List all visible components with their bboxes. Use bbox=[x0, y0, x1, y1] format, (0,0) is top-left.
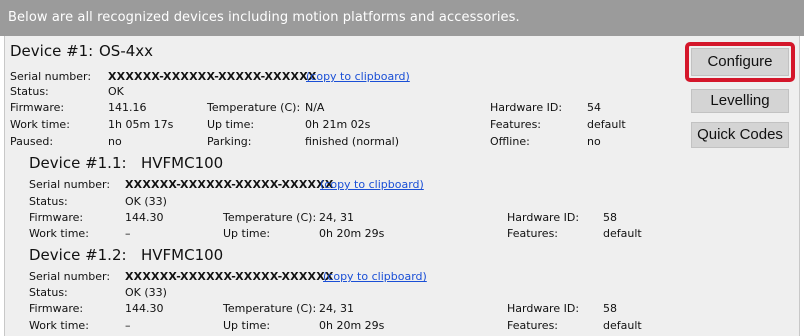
device-1-temp-value: N/A bbox=[305, 101, 325, 114]
quick-codes-button[interactable]: Quick Codes bbox=[691, 122, 789, 148]
device-1-2-worktime-label: Work time: bbox=[29, 319, 89, 332]
levelling-button[interactable]: Levelling bbox=[691, 89, 789, 113]
device-1-1-firmware-label: Firmware: bbox=[29, 211, 84, 224]
device-1-1-hwid-label: Hardware ID: bbox=[507, 211, 580, 224]
device-1-uptime-label: Up time: bbox=[207, 118, 255, 131]
device-1-copy-link[interactable]: (copy to clipboard) bbox=[306, 70, 410, 83]
device-1-1-serial-label: Serial number: bbox=[29, 178, 111, 191]
device-1-2-temp-label: Temperature (C): bbox=[223, 302, 317, 315]
device-1-paused-label: Paused: bbox=[10, 135, 54, 148]
info-banner: Below are all recognized devices includi… bbox=[0, 0, 804, 36]
device-1-status-value: OK bbox=[108, 85, 124, 98]
device-1-status-label: Status: bbox=[10, 85, 49, 98]
device-1-2-temp-value: 24, 31 bbox=[319, 302, 354, 315]
device-1-2-features-label: Features: bbox=[507, 319, 559, 332]
device-1-1-features-label: Features: bbox=[507, 227, 559, 240]
device-1-2-uptime-value: 0h 20m 29s bbox=[319, 319, 385, 332]
device-1-serial-value: XXXXXX-XXXXXX-XXXXX-XXXXXX bbox=[108, 70, 317, 83]
device-1-2-firmware-label: Firmware: bbox=[29, 302, 84, 315]
device-1-1-serial-value: XXXXXX-XXXXXX-XXXXX-XXXXXX bbox=[125, 178, 334, 191]
device-1-hwid-label: Hardware ID: bbox=[490, 101, 563, 114]
device-1-1-uptime-value: 0h 20m 29s bbox=[319, 227, 385, 240]
device-1-1-firmware-value: 144.30 bbox=[125, 211, 164, 224]
device-1-2-status-value: OK (33) bbox=[125, 286, 167, 299]
device-1-1-title: Device #1.1: bbox=[29, 154, 127, 172]
configure-button[interactable]: Configure bbox=[691, 48, 789, 76]
device-1-2-hwid-value: 58 bbox=[603, 302, 617, 315]
device-1-features-value: default bbox=[587, 118, 626, 131]
device-1-1-worktime-label: Work time: bbox=[29, 227, 89, 240]
device-1-1-copy-link[interactable]: (copy to clipboard) bbox=[320, 178, 424, 191]
device-1-features-label: Features: bbox=[490, 118, 542, 131]
device-1-2-firmware-value: 144.30 bbox=[125, 302, 164, 315]
device-1-1-hwid-value: 58 bbox=[603, 211, 617, 224]
device-1-2-model: HVFMC100 bbox=[141, 246, 224, 264]
device-1-1-status-value: OK (33) bbox=[125, 195, 167, 208]
info-banner-text: Below are all recognized devices includi… bbox=[8, 10, 520, 25]
device-1-1-temp-value: 24, 31 bbox=[319, 211, 354, 224]
device-1-hwid-value: 54 bbox=[587, 101, 601, 114]
device-1-2-worktime-value: – bbox=[125, 319, 131, 332]
device-1-temp-label: Temperature (C): bbox=[207, 101, 301, 114]
device-1-2-hwid-label: Hardware ID: bbox=[507, 302, 580, 315]
device-1-2-title: Device #1.2: bbox=[29, 246, 127, 264]
device-1-2-features-value: default bbox=[603, 319, 642, 332]
device-1-1-temp-label: Temperature (C): bbox=[223, 211, 317, 224]
device-1-2-uptime-label: Up time: bbox=[223, 319, 271, 332]
device-list-panel: Device #1: OS-4xx Serial number: XXXXXX-… bbox=[4, 36, 800, 336]
device-1-model: OS-4xx bbox=[99, 42, 154, 60]
device-1-2-copy-link[interactable]: (copy to clipboard) bbox=[323, 270, 427, 283]
device-1-1-status-label: Status: bbox=[29, 195, 68, 208]
device-1-worktime-label: Work time: bbox=[10, 118, 70, 131]
device-1-firmware-value: 141.16 bbox=[108, 101, 147, 114]
device-1-2-serial-label: Serial number: bbox=[29, 270, 111, 283]
device-1-2-serial-value: XXXXXX-XXXXXX-XXXXX-XXXXXX bbox=[125, 270, 334, 283]
device-1-firmware-label: Firmware: bbox=[10, 101, 65, 114]
device-1-2-status-label: Status: bbox=[29, 286, 68, 299]
device-1-1-uptime-label: Up time: bbox=[223, 227, 271, 240]
device-1-1-features-value: default bbox=[603, 227, 642, 240]
device-1-offline-value: no bbox=[587, 135, 601, 148]
device-1-parking-value: finished (normal) bbox=[305, 135, 400, 148]
device-1-worktime-value: 1h 05m 17s bbox=[108, 118, 174, 131]
device-1-serial-label: Serial number: bbox=[10, 70, 92, 83]
device-1-1-worktime-value: – bbox=[125, 227, 131, 240]
device-1-paused-value: no bbox=[108, 135, 122, 148]
device-1-parking-label: Parking: bbox=[207, 135, 252, 148]
device-1-offline-label: Offline: bbox=[490, 135, 530, 148]
device-1-1-model: HVFMC100 bbox=[141, 154, 224, 172]
device-1-uptime-value: 0h 21m 02s bbox=[305, 118, 371, 131]
device-1-title: Device #1: bbox=[10, 42, 94, 60]
